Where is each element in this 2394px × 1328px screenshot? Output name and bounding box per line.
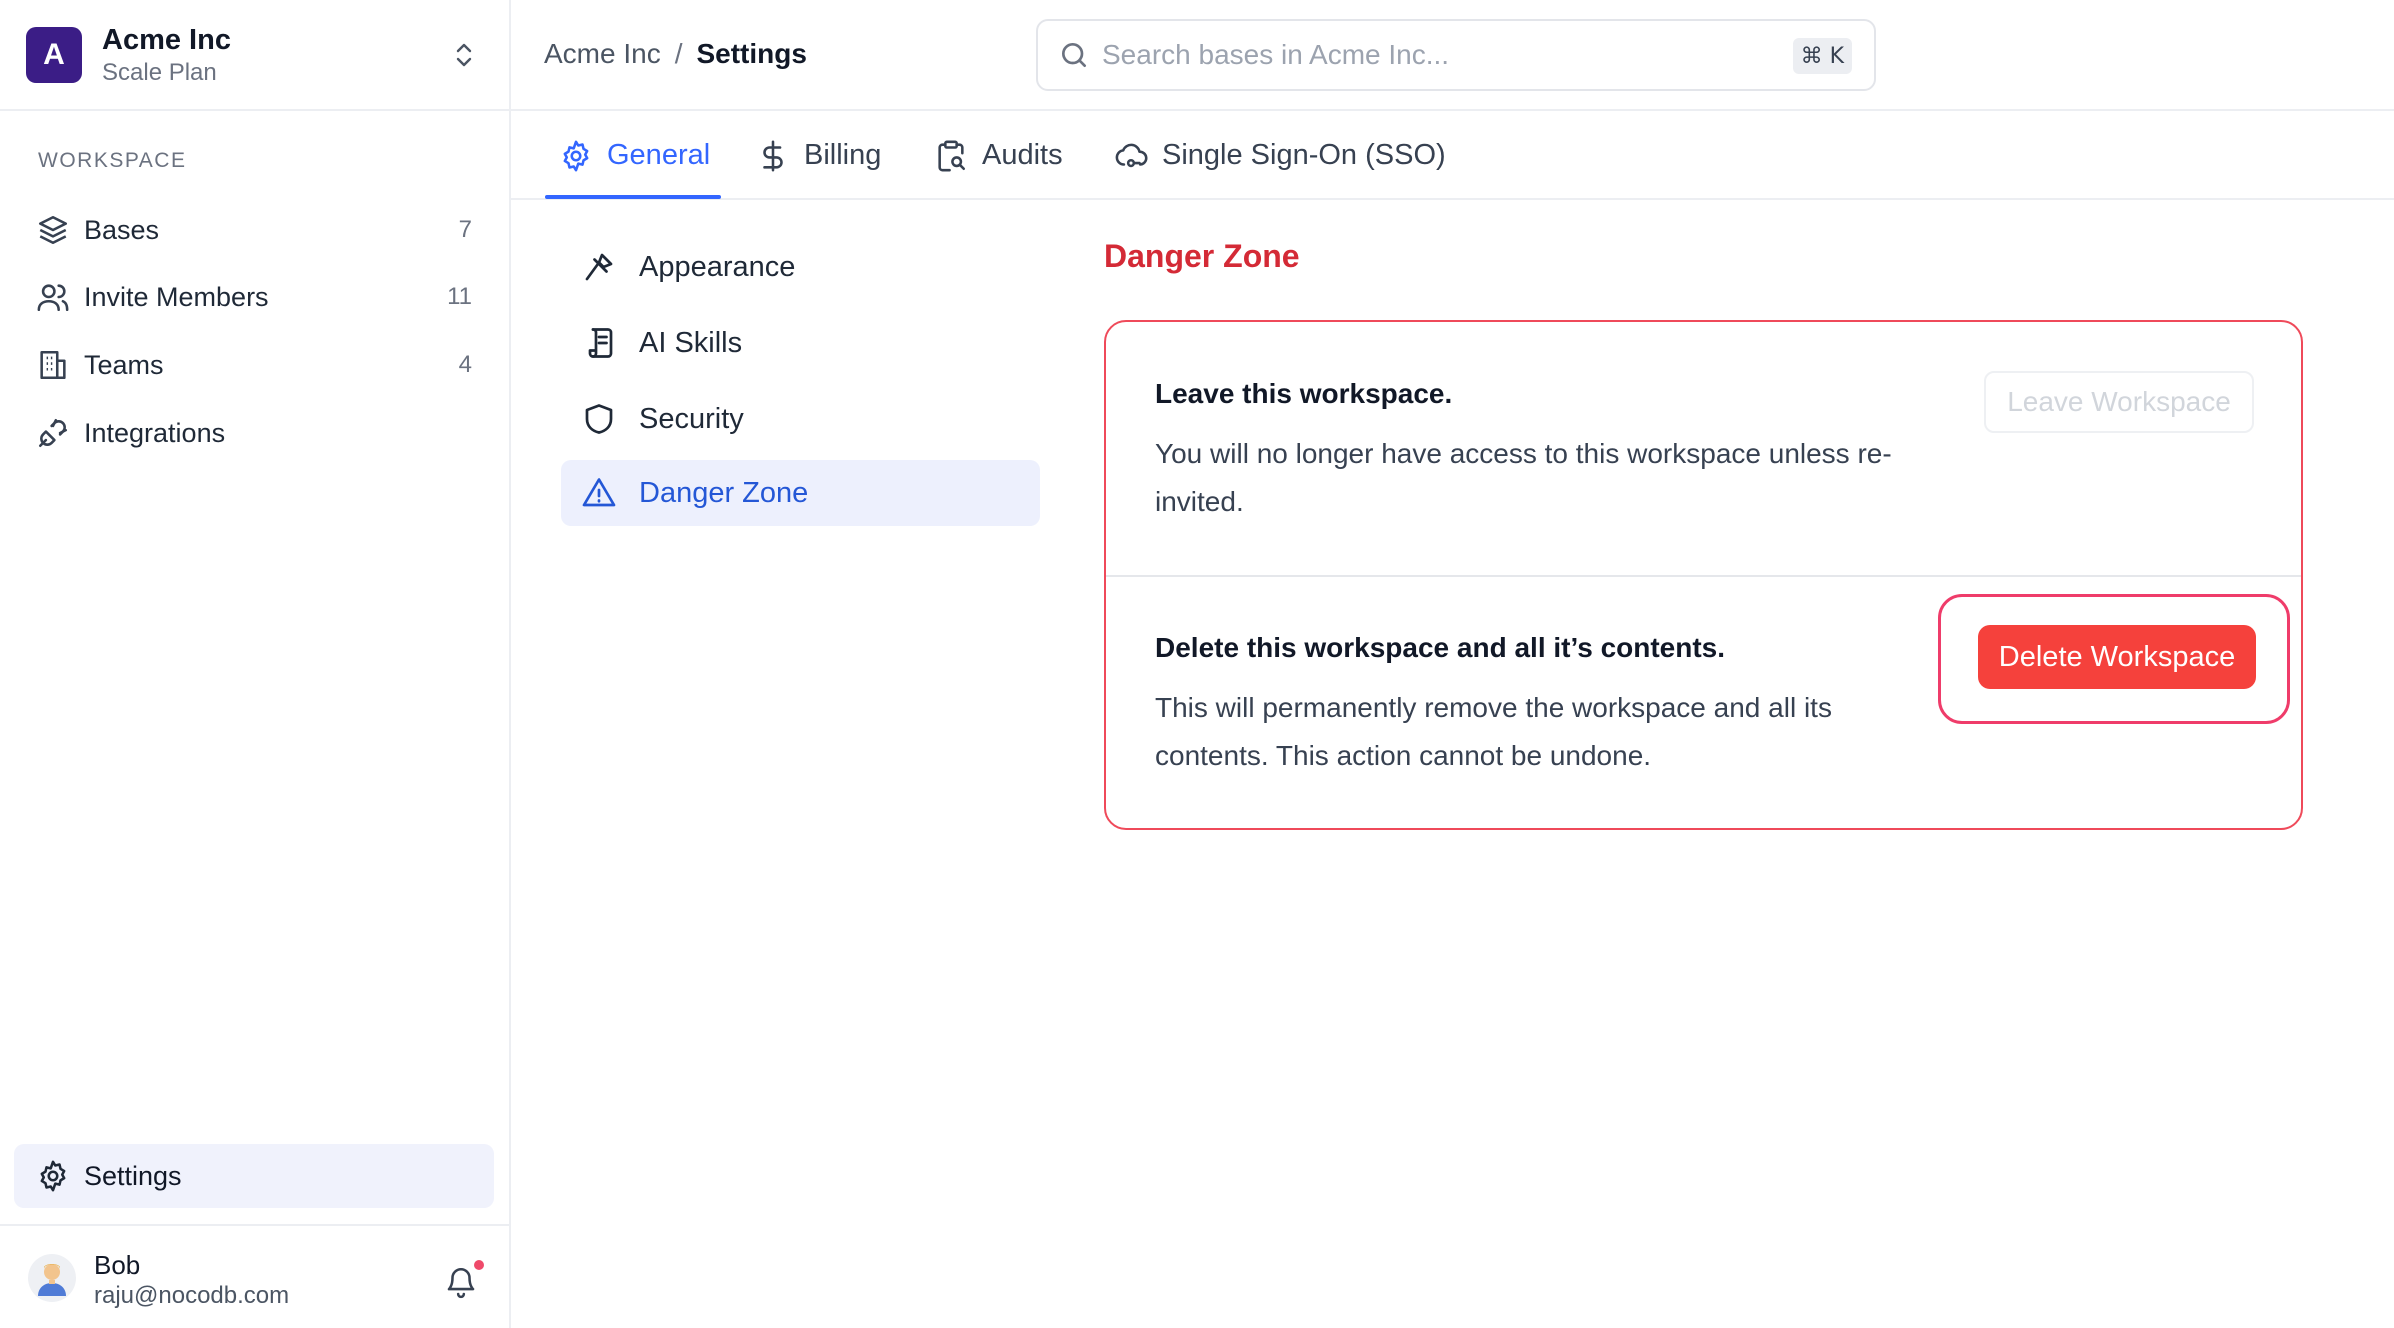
bell-icon[interactable] bbox=[444, 1264, 478, 1300]
scroll-icon bbox=[581, 325, 617, 361]
building-icon bbox=[36, 348, 70, 382]
section-label-workspace: WORKSPACE bbox=[38, 149, 187, 172]
sidebar-item-label: Bases bbox=[84, 214, 160, 245]
leave-heading: Leave this workspace. bbox=[1155, 378, 1453, 409]
gear-icon bbox=[559, 139, 593, 173]
tab-label: Audits bbox=[982, 139, 1063, 171]
user-name: Bob bbox=[94, 1250, 141, 1280]
settings-label: Settings bbox=[84, 1160, 182, 1191]
cloud-key-icon bbox=[1114, 139, 1148, 173]
breadcrumb-workspace[interactable]: Acme Inc bbox=[544, 38, 661, 70]
sidebar-item-count: 11 bbox=[447, 283, 472, 310]
workspace-switcher[interactable]: A Acme Inc Scale Plan bbox=[0, 0, 509, 111]
user-avatar[interactable] bbox=[28, 1254, 76, 1302]
sidebar-item-label: Integrations bbox=[84, 417, 226, 448]
subnav-appearance[interactable]: Appearance bbox=[561, 234, 1040, 300]
notification-dot bbox=[474, 1260, 484, 1270]
sidebar-item-count: 4 bbox=[458, 351, 472, 378]
workspace-avatar: A bbox=[26, 26, 82, 83]
delete-heading: Delete this workspace and all it’s conte… bbox=[1155, 632, 1726, 663]
tab-audits[interactable]: Audits bbox=[934, 111, 1063, 200]
workspace-name: Acme Inc bbox=[102, 23, 231, 56]
subnav-security[interactable]: Security bbox=[561, 386, 1040, 452]
workspace-plan: Scale Plan bbox=[102, 58, 217, 86]
sidebar-item-invite-members[interactable]: Invite Members 11 bbox=[26, 268, 486, 326]
tab-general[interactable]: General bbox=[559, 111, 710, 200]
chevron-up-down-icon[interactable] bbox=[452, 40, 476, 70]
tab-sso[interactable]: Single Sign-On (SSO) bbox=[1114, 111, 1446, 200]
user-email: raju@nocodb.com bbox=[94, 1282, 290, 1309]
subnav-danger-zone[interactable]: Danger Zone bbox=[561, 460, 1040, 526]
breadcrumb: Acme Inc / Settings bbox=[544, 38, 807, 70]
settings-tabs: General Billing Audits Single Sign-On (S… bbox=[511, 111, 2394, 200]
leave-description: You will no longer have access to this w… bbox=[1155, 438, 1892, 517]
subnav-label: Appearance bbox=[639, 250, 796, 283]
user-bar: Bob raju@nocodb.com bbox=[0, 1224, 509, 1328]
tab-label: Single Sign-On (SSO) bbox=[1162, 139, 1446, 171]
layers-icon bbox=[36, 213, 70, 247]
danger-zone-card: Leave this workspace. You will no longer… bbox=[1104, 320, 2303, 830]
gear-icon bbox=[36, 1159, 70, 1193]
shield-icon bbox=[581, 401, 617, 437]
subnav-label: AI Skills bbox=[639, 326, 743, 359]
subnav-label: Danger Zone bbox=[639, 476, 809, 509]
search-bar[interactable]: ⌘ K bbox=[1036, 19, 1876, 91]
breadcrumb-separator: / bbox=[674, 38, 683, 69]
active-tab-indicator bbox=[545, 195, 721, 199]
sidebar-item-bases[interactable]: Bases 7 bbox=[26, 201, 486, 259]
search-icon bbox=[1058, 39, 1090, 71]
dollar-icon bbox=[756, 139, 790, 173]
tab-label: Billing bbox=[804, 139, 882, 171]
divider bbox=[1106, 575, 2301, 577]
top-bar: Acme Inc / Settings ⌘ K bbox=[511, 0, 2394, 111]
sidebar-item-label: Teams bbox=[84, 349, 164, 380]
sidebar-item-integrations[interactable]: Integrations bbox=[26, 404, 486, 462]
warning-triangle-icon bbox=[581, 475, 617, 511]
tab-label: General bbox=[607, 139, 711, 171]
sidebar-item-label: Invite Members bbox=[84, 281, 269, 312]
subnav-label: Security bbox=[639, 402, 744, 435]
delete-workspace-button[interactable]: Delete Workspace bbox=[1978, 625, 2256, 689]
sidebar-item-settings[interactable]: Settings bbox=[14, 1144, 494, 1208]
sidebar-item-count: 7 bbox=[458, 216, 472, 243]
tab-billing[interactable]: Billing bbox=[756, 111, 881, 200]
subnav-ai-skills[interactable]: AI Skills bbox=[561, 310, 1040, 376]
breadcrumb-current: Settings bbox=[696, 38, 807, 69]
delete-description: This will permanently remove the workspa… bbox=[1155, 692, 1832, 771]
search-shortcut: ⌘ K bbox=[1792, 38, 1852, 74]
users-icon bbox=[36, 280, 70, 314]
search-input[interactable] bbox=[1102, 39, 1782, 71]
paintbrush-icon bbox=[581, 249, 617, 285]
leave-workspace-button[interactable]: Leave Workspace bbox=[1984, 371, 2254, 433]
page-title: Danger Zone bbox=[1104, 238, 1300, 274]
clipboard-search-icon bbox=[934, 139, 968, 173]
sidebar-item-teams[interactable]: Teams 4 bbox=[26, 336, 486, 394]
plug-icon bbox=[36, 416, 70, 450]
app-window: A Acme Inc Scale Plan WORKSPACE Bases 7 … bbox=[0, 0, 2394, 1328]
workspace-info: Acme Inc Scale Plan bbox=[102, 22, 231, 88]
sidebar: A Acme Inc Scale Plan WORKSPACE Bases 7 … bbox=[0, 0, 511, 1328]
